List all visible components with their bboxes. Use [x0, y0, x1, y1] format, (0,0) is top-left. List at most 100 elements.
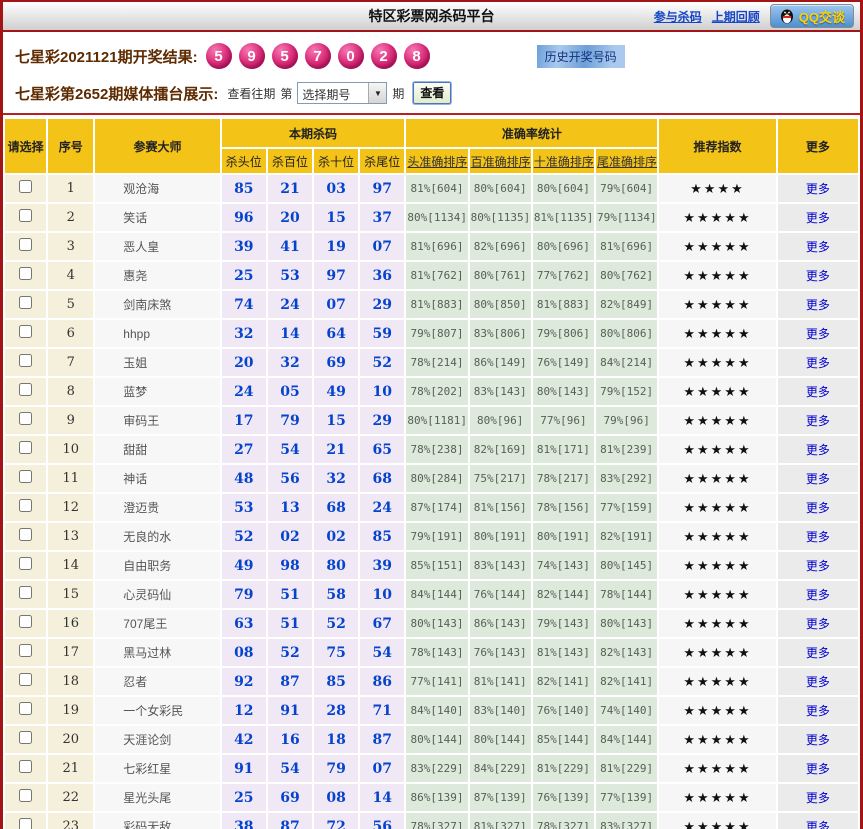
- row-checkbox[interactable]: [19, 383, 32, 396]
- kill-tail-value: 87: [360, 726, 404, 753]
- view-button[interactable]: 查看: [413, 82, 451, 104]
- sort-link-hundred-accuracy[interactable]: 百准确排序: [470, 149, 531, 173]
- row-checkbox[interactable]: [19, 644, 32, 657]
- row-checkbox[interactable]: [19, 412, 32, 425]
- col-header-kill-head: 杀头位: [222, 149, 266, 173]
- row-checkbox[interactable]: [19, 731, 32, 744]
- more-cell: 更多: [778, 291, 858, 318]
- history-numbers-button[interactable]: 历史开奖号码: [537, 45, 625, 68]
- row-checkbox[interactable]: [19, 267, 32, 280]
- col-header-kill-hundred: 杀百位: [268, 149, 312, 173]
- more-link[interactable]: 更多: [806, 646, 830, 660]
- kill-head-value: 63: [222, 610, 266, 637]
- row-checkbox[interactable]: [19, 615, 32, 628]
- row-checkbox[interactable]: [19, 325, 32, 338]
- select-cell: [5, 349, 46, 376]
- master-name: 澄迈贵: [95, 494, 219, 521]
- star-rating: ★★★★★: [659, 378, 775, 405]
- kill-head-value: 24: [222, 378, 266, 405]
- master-name: 707尾王: [95, 610, 219, 637]
- row-checkbox[interactable]: [19, 789, 32, 802]
- row-checkbox[interactable]: [19, 470, 32, 483]
- period-select[interactable]: 选择期号 ▼: [297, 82, 387, 104]
- row-number: 12: [48, 494, 93, 521]
- star-rating: ★★★★★: [659, 755, 775, 782]
- more-link[interactable]: 更多: [806, 472, 830, 486]
- kill-tail-value: 59: [360, 320, 404, 347]
- accuracy-head-value: 84%[140]: [406, 697, 467, 724]
- qq-chat-label: QQ交谈: [799, 7, 845, 26]
- chevron-down-icon[interactable]: ▼: [368, 83, 386, 103]
- more-link[interactable]: 更多: [806, 414, 830, 428]
- star-rating: ★★★★★: [659, 262, 775, 289]
- more-link[interactable]: 更多: [806, 211, 830, 225]
- sort-link-head-accuracy[interactable]: 头准确排序: [406, 149, 467, 173]
- row-checkbox[interactable]: [19, 441, 32, 454]
- row-checkbox[interactable]: [19, 209, 32, 222]
- more-link[interactable]: 更多: [806, 356, 830, 370]
- qq-chat-button[interactable]: QQ交谈: [770, 4, 854, 28]
- more-link[interactable]: 更多: [806, 327, 830, 341]
- draw-result-label: 七星彩2021121期开奖结果:: [15, 46, 198, 67]
- row-checkbox[interactable]: [19, 180, 32, 193]
- select-cell: [5, 465, 46, 492]
- kill-tail-value: 10: [360, 378, 404, 405]
- kill-ten-value: 15: [314, 204, 358, 231]
- more-link[interactable]: 更多: [806, 530, 830, 544]
- row-checkbox[interactable]: [19, 702, 32, 715]
- row-checkbox[interactable]: [19, 673, 32, 686]
- master-name: 心灵码仙: [95, 581, 219, 608]
- more-link[interactable]: 更多: [806, 269, 830, 283]
- row-checkbox[interactable]: [19, 760, 32, 773]
- row-checkbox[interactable]: [19, 528, 32, 541]
- more-link[interactable]: 更多: [806, 501, 830, 515]
- row-checkbox[interactable]: [19, 238, 32, 251]
- more-link[interactable]: 更多: [806, 559, 830, 573]
- previous-period-link[interactable]: 上期回顾: [712, 8, 760, 25]
- media-arena-row: 七星彩第2652期媒体擂台展示: 查看往期 第 选择期号 ▼ 期 查看: [3, 75, 860, 111]
- more-link[interactable]: 更多: [806, 762, 830, 776]
- row-checkbox[interactable]: [19, 296, 32, 309]
- more-link[interactable]: 更多: [806, 443, 830, 457]
- star-rating: ★★★★★: [659, 552, 775, 579]
- row-checkbox[interactable]: [19, 354, 32, 367]
- accuracy-hundred-value: 81%[327]: [470, 813, 531, 829]
- more-link[interactable]: 更多: [806, 791, 830, 805]
- more-link[interactable]: 更多: [806, 240, 830, 254]
- more-link[interactable]: 更多: [806, 617, 830, 631]
- star-rating: ★★★★★: [659, 610, 775, 637]
- select-cell: [5, 668, 46, 695]
- kill-hundred-value: 13: [268, 494, 312, 521]
- row-checkbox[interactable]: [19, 818, 32, 829]
- row-checkbox[interactable]: [19, 499, 32, 512]
- kill-hundred-value: 54: [268, 436, 312, 463]
- more-link[interactable]: 更多: [806, 182, 830, 196]
- accuracy-head-value: 86%[139]: [406, 784, 467, 811]
- kill-ten-value: 08: [314, 784, 358, 811]
- more-link[interactable]: 更多: [806, 588, 830, 602]
- row-number: 5: [48, 291, 93, 318]
- accuracy-hundred-value: 76%[144]: [470, 581, 531, 608]
- more-link[interactable]: 更多: [806, 298, 830, 312]
- more-link[interactable]: 更多: [806, 704, 830, 718]
- sort-link-ten-accuracy[interactable]: 十准确排序: [533, 149, 594, 173]
- more-link[interactable]: 更多: [806, 820, 830, 829]
- more-link[interactable]: 更多: [806, 675, 830, 689]
- select-cell: [5, 291, 46, 318]
- row-checkbox[interactable]: [19, 557, 32, 570]
- kill-hundred-value: 51: [268, 581, 312, 608]
- accuracy-ten-value: 81%[229]: [533, 755, 594, 782]
- master-name: 剑南床煞: [95, 291, 219, 318]
- kill-hundred-value: 54: [268, 755, 312, 782]
- row-checkbox[interactable]: [19, 586, 32, 599]
- kill-hundred-value: 24: [268, 291, 312, 318]
- join-killcode-link[interactable]: 参与杀码: [654, 8, 702, 25]
- more-link[interactable]: 更多: [806, 733, 830, 747]
- more-link[interactable]: 更多: [806, 385, 830, 399]
- accuracy-tail-value: 82%[141]: [596, 668, 657, 695]
- master-name: 玉姐: [95, 349, 219, 376]
- col-header-master: 参赛大师: [95, 119, 219, 173]
- sort-link-tail-accuracy[interactable]: 尾准确排序: [596, 149, 657, 173]
- accuracy-head-value: 83%[229]: [406, 755, 467, 782]
- kill-tail-value: 37: [360, 204, 404, 231]
